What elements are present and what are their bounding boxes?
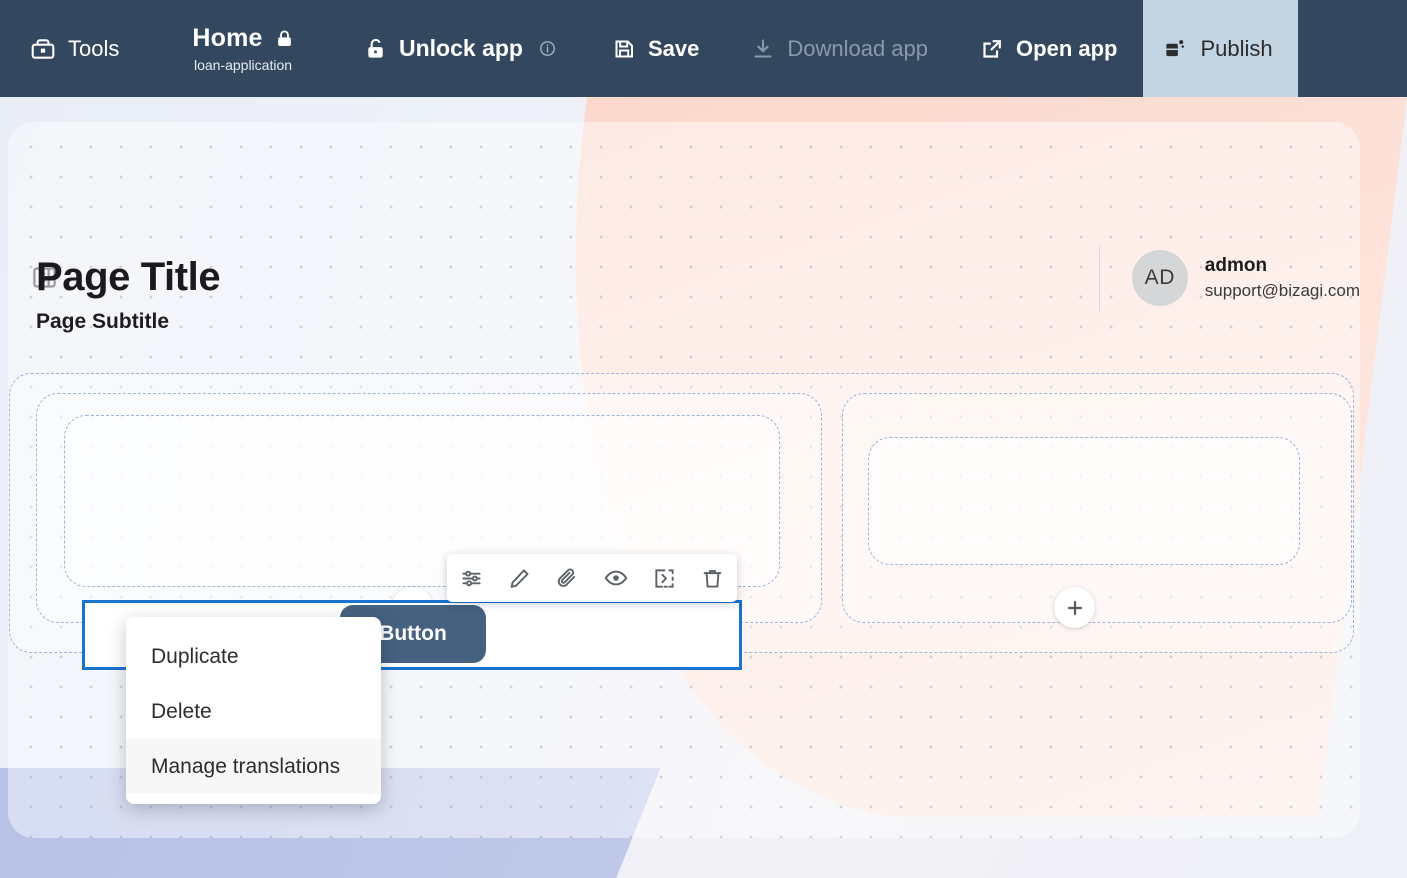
lock-icon — [275, 29, 294, 48]
unlock-app-label: Unlock app — [399, 35, 523, 61]
context-menu-item-delete[interactable]: Delete — [126, 684, 381, 739]
duplicate-icon[interactable] — [644, 558, 684, 598]
settings-sliders-icon[interactable] — [451, 558, 491, 598]
download-icon — [751, 37, 775, 61]
widget-action-toolbar — [447, 554, 737, 602]
add-control-right-button[interactable] — [1054, 587, 1095, 628]
home-subtitle: loan-application — [193, 57, 293, 73]
download-app-button[interactable]: Download app — [725, 0, 954, 97]
unlock-icon — [364, 37, 387, 60]
download-app-label: Download app — [787, 35, 929, 61]
info-icon[interactable] — [539, 40, 556, 57]
open-app-label: Open app — [1016, 35, 1118, 61]
save-button[interactable]: Save — [586, 0, 725, 97]
unlock-app-button[interactable]: Unlock app — [334, 0, 586, 97]
paperclip-attach-icon[interactable] — [548, 558, 588, 598]
eye-preview-icon[interactable] — [596, 558, 636, 598]
context-menu: Duplicate Delete Manage translations — [126, 617, 381, 804]
profile-email: support@bizagi.com — [1204, 281, 1360, 300]
context-menu-item-duplicate[interactable]: Duplicate — [126, 629, 381, 684]
publish-icon — [1163, 37, 1186, 60]
publish-label: Publish — [1200, 35, 1273, 61]
page-header: Page Title Page Subtitle — [36, 255, 221, 334]
save-label: Save — [647, 35, 700, 61]
layout-slot-right[interactable] — [868, 437, 1300, 565]
context-menu-label: Duplicate — [151, 644, 239, 668]
context-menu-label: Manage translations — [151, 754, 341, 778]
open-app-button[interactable]: Open app — [954, 0, 1143, 97]
page-title[interactable]: Page Title — [36, 255, 221, 300]
floppy-save-icon — [612, 37, 636, 61]
page-subtitle[interactable]: Page Subtitle — [36, 310, 220, 334]
app-toolbar: Tools Home loan-application Unlock app S… — [0, 0, 1407, 97]
editor-stage: AD admon support@bizagi.com Page Title P… — [0, 97, 1407, 878]
toolbox-icon — [30, 36, 56, 62]
tools-label: Tools — [68, 35, 120, 61]
trash-delete-icon[interactable] — [693, 558, 733, 598]
context-menu-item-manage-translations[interactable]: Manage translations — [126, 739, 381, 794]
context-menu-label: Delete — [151, 699, 212, 723]
external-link-icon — [980, 37, 1004, 61]
home-breadcrumb[interactable]: Home loan-application — [152, 0, 334, 97]
avatar: AD — [1131, 250, 1188, 306]
pencil-edit-icon[interactable] — [499, 558, 539, 598]
profile-name: admon — [1204, 255, 1268, 276]
user-profile[interactable]: AD admon support@bizagi.com — [1098, 245, 1360, 311]
publish-button[interactable]: Publish — [1143, 0, 1299, 97]
home-title: Home — [192, 24, 263, 52]
tools-button[interactable]: Tools — [0, 0, 152, 97]
